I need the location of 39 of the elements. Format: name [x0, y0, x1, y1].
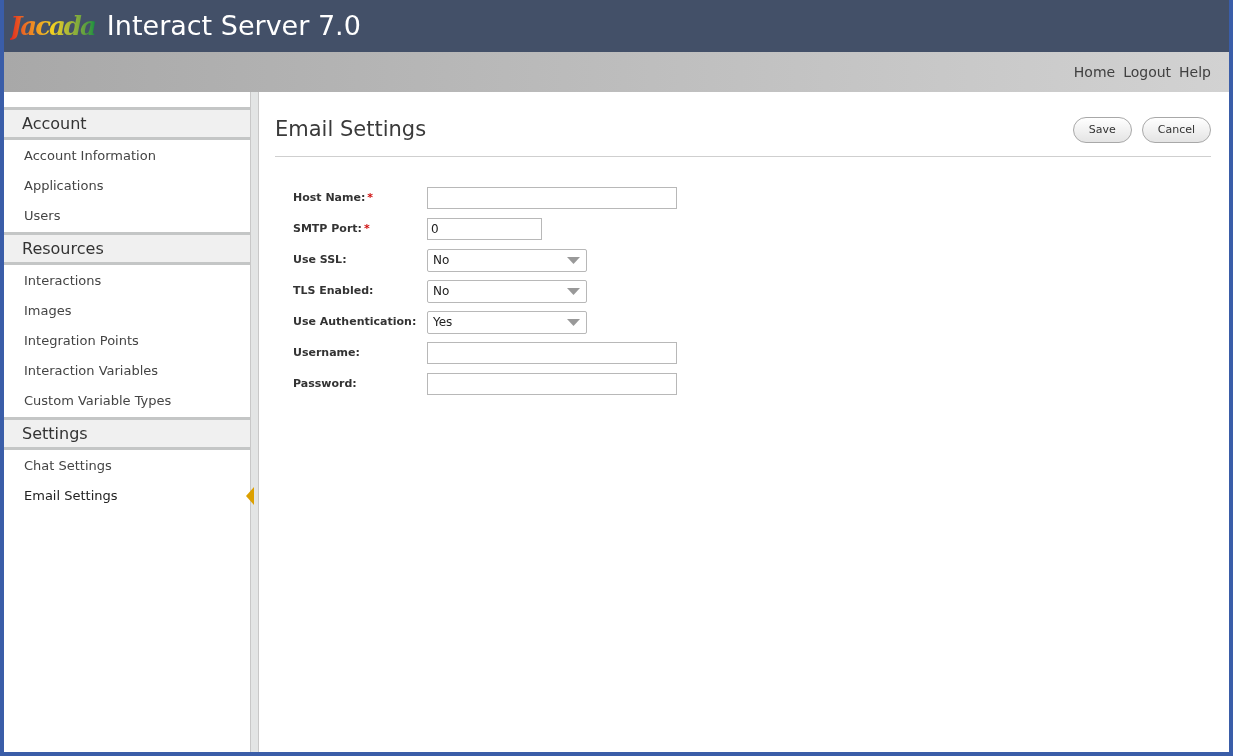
input-field[interactable]: 0	[427, 218, 542, 240]
section-heading: Account	[4, 107, 250, 140]
sidebar-item[interactable]: Chat Settings	[4, 456, 112, 476]
action-button[interactable]: Save	[1072, 116, 1132, 143]
page-title: Email Settings	[275, 116, 427, 143]
caret-icon	[567, 318, 580, 326]
input-field[interactable]	[427, 187, 677, 209]
field-label: Use Authentication:	[293, 313, 417, 330]
caret-icon	[567, 256, 580, 264]
field-label: SMTP Port:	[293, 220, 362, 237]
sidebar-item[interactable]: Applications	[4, 176, 104, 196]
sidebar-item[interactable]: Users	[4, 206, 61, 226]
sidebar-item[interactable]: Integration Points	[4, 331, 139, 351]
sidebar-item[interactable]: Interaction Variables	[4, 361, 159, 381]
field-label: Use SSL:	[293, 251, 347, 268]
field-label: TLS Enabled:	[293, 282, 374, 299]
required-mark: *	[363, 220, 370, 237]
field-label: Username:	[293, 344, 360, 361]
app-title: Interact Server 7.0	[106, 8, 361, 43]
nav-link[interactable]: Logout	[1123, 61, 1172, 83]
dropdown[interactable]: No	[427, 279, 587, 303]
input-field[interactable]	[427, 373, 677, 395]
section-heading: Resources	[4, 232, 250, 265]
nav-link[interactable]: Home	[1073, 61, 1116, 83]
field-label: Host Name:	[293, 189, 366, 206]
field-label: Password:	[293, 375, 357, 392]
section-heading: Settings	[4, 417, 250, 450]
input-field[interactable]	[427, 342, 677, 364]
nav-link[interactable]: Help	[1179, 61, 1211, 83]
action-button[interactable]: Cancel	[1141, 116, 1211, 143]
dropdown[interactable]: Yes	[427, 310, 587, 334]
sidebar-item[interactable]: Interactions	[4, 271, 102, 291]
sidebar-item[interactable]: Custom Variable Types	[4, 391, 172, 411]
dropdown[interactable]: No	[427, 248, 587, 272]
caret-icon	[567, 287, 580, 295]
sidebar-item[interactable]: Account Information	[4, 146, 156, 166]
sidebar-item[interactable]: Images	[4, 301, 72, 321]
required-mark: *	[367, 189, 374, 206]
sidebar-item[interactable]: Email Settings	[4, 486, 118, 506]
